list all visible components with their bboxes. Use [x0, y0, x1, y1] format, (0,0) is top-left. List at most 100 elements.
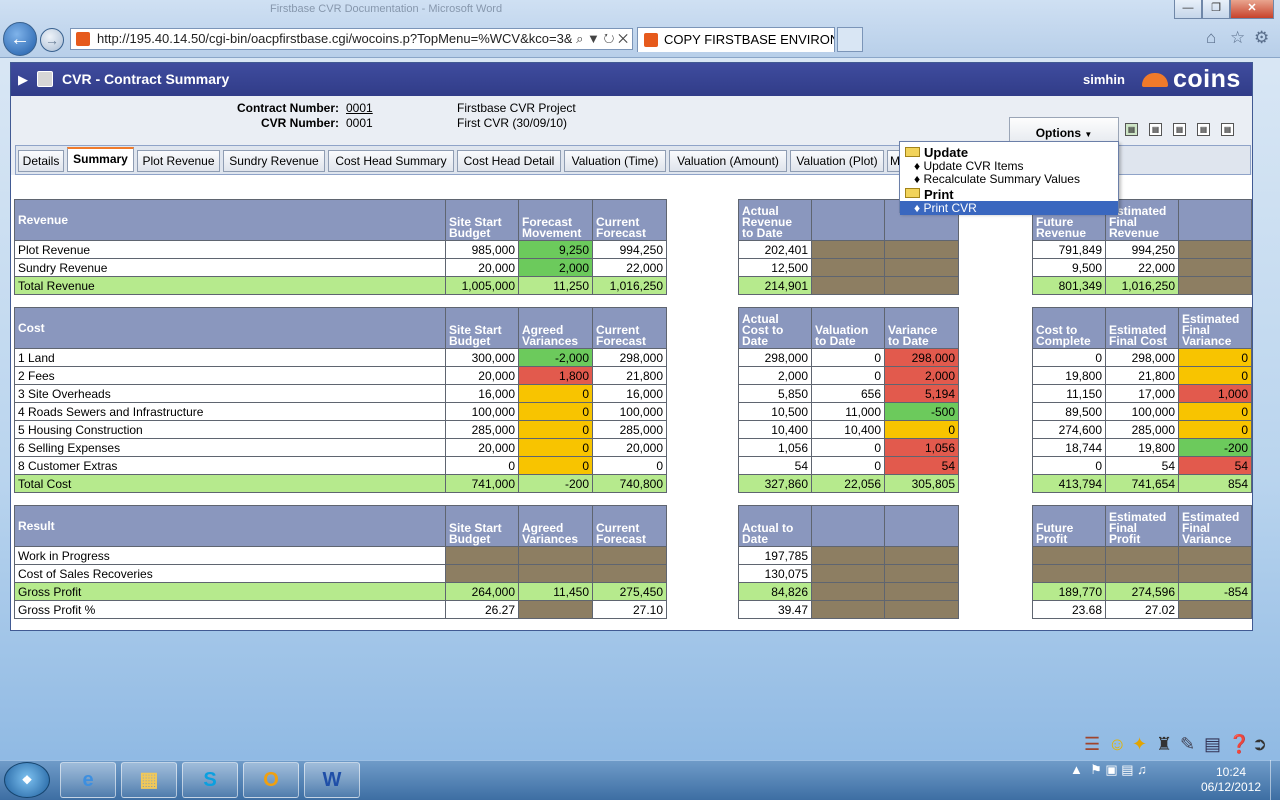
- calculator-icon[interactable]: ▦: [1173, 123, 1186, 136]
- row-label: Plot Revenue: [14, 240, 446, 259]
- cell: 202,401: [738, 240, 812, 259]
- pen-icon[interactable]: ✎: [1180, 734, 1195, 755]
- taskbar-skype[interactable]: S: [182, 762, 238, 798]
- cell: 22,000: [592, 258, 667, 277]
- col-header: Future Profit: [1032, 505, 1106, 547]
- cell: 20,000: [445, 438, 519, 457]
- app-header: ▶ CVR - Contract Summary simhin coins: [11, 63, 1252, 96]
- cell: 0: [518, 456, 593, 475]
- forward-button[interactable]: →: [40, 28, 64, 52]
- cost-table-mid: Actual Cost to Date Valuation to Date Varia…: [738, 307, 959, 493]
- clock[interactable]: 10:24 06/12/2012: [1196, 765, 1266, 795]
- folder-icon: ▦: [139, 769, 159, 791]
- tab-plot-revenue[interactable]: Plot Revenue: [137, 150, 220, 172]
- cost-table-right: Cost to Complete Estimated Final Cost Esti…: [1032, 307, 1252, 493]
- result-table-left: Result Site Start Budget Agreed Variances …: [14, 505, 667, 619]
- tab-sundry-revenue[interactable]: Sundry Revenue: [223, 150, 325, 172]
- window-title: Firstbase CVR Documentation - Microsoft …: [270, 3, 503, 15]
- favorites-star-icon[interactable]: ☆: [1230, 28, 1245, 48]
- cell: [811, 258, 885, 277]
- browser-tab[interactable]: COPY FIRSTBASE ENVIRON...: [637, 27, 835, 52]
- smiley-icon[interactable]: ☺: [1108, 734, 1126, 755]
- car-icon[interactable]: ♜: [1156, 734, 1172, 755]
- table-row: 4 Roads Sewers and Infrastructure 100,000…: [14, 402, 667, 421]
- contract-number-link[interactable]: 0001: [346, 101, 373, 115]
- tab-valuation-amount[interactable]: Valuation (Amount): [669, 150, 787, 172]
- system-tray[interactable]: ▲ ⚑ ▣ ▤ ♫: [1070, 762, 1147, 778]
- cell: 2,000: [738, 366, 812, 385]
- cvr-number-label: CVR Number:: [260, 116, 339, 130]
- col-header: Agreed Variances: [518, 505, 593, 547]
- address-controls[interactable]: ⌕ ▼ ↻ ✕: [572, 29, 628, 49]
- cell: 27.10: [592, 600, 667, 619]
- cell: [811, 600, 885, 619]
- table-row: 202,401: [738, 240, 959, 259]
- table-row: 298,000 0 298,000: [738, 348, 959, 367]
- menu-item-print-cvr[interactable]: ♦ Print CVR: [900, 201, 1118, 215]
- sparkle-icon[interactable]: ✦: [1132, 734, 1147, 755]
- attachment-icon[interactable]: ▦: [1125, 123, 1138, 136]
- table-row: 23.68 27.02: [1032, 600, 1252, 619]
- cell: [1178, 546, 1252, 565]
- options-menu: Update ♦ Update CVR Items ♦ Recalculate …: [899, 141, 1119, 215]
- calculator-icon[interactable]: ▦: [1197, 123, 1210, 136]
- cell: [1178, 240, 1252, 259]
- restore-button[interactable]: ❐: [1202, 0, 1230, 19]
- menu-item-recalculate[interactable]: ♦ Recalculate Summary Values: [914, 172, 1080, 186]
- cell: 9,500: [1032, 258, 1106, 277]
- tab-cost-head-summary[interactable]: Cost Head Summary: [328, 150, 454, 172]
- cell: 54: [738, 456, 812, 475]
- tab-valuation-plot[interactable]: Valuation (Plot): [790, 150, 884, 172]
- outlook-icon: O: [263, 769, 279, 791]
- cell: [518, 600, 593, 619]
- tab-cost-head-detail[interactable]: Cost Head Detail: [457, 150, 561, 172]
- total-row: 84,826: [738, 582, 959, 601]
- tab-details[interactable]: Details: [18, 150, 64, 172]
- exit-icon[interactable]: ➲: [1252, 734, 1267, 755]
- cell: [1178, 258, 1252, 277]
- cell: 656: [811, 384, 885, 403]
- menu-group-print: Print: [924, 187, 954, 202]
- cell: [811, 546, 885, 565]
- result-header: Result: [14, 505, 446, 547]
- books-icon[interactable]: ☰: [1084, 734, 1100, 755]
- tools-gear-icon[interactable]: ⚙: [1254, 28, 1269, 48]
- menu-item-update-cvr-items[interactable]: ♦ Update CVR Items: [914, 159, 1024, 173]
- cell: 1,800: [518, 366, 593, 385]
- cell: 23.68: [1032, 600, 1106, 619]
- cell: 298,000: [592, 348, 667, 367]
- taskbar-word[interactable]: W: [304, 762, 360, 798]
- tab-valuation-time[interactable]: Valuation (Time): [564, 150, 666, 172]
- minimize-button[interactable]: —: [1174, 0, 1202, 19]
- close-button[interactable]: ✕: [1230, 0, 1274, 19]
- col-header: Site Start Budget: [445, 505, 519, 547]
- cell: 100,000: [445, 402, 519, 421]
- tab-title: COPY FIRSTBASE ENVIRON...: [664, 32, 835, 47]
- table-row: 11,150 17,000 1,000: [1032, 384, 1252, 403]
- taskbar-internet-explorer[interactable]: e: [60, 762, 116, 798]
- row-label: Cost of Sales Recoveries: [14, 564, 446, 583]
- site-favicon-icon: [76, 32, 90, 46]
- col-header: Estimated Final Variance: [1178, 505, 1252, 547]
- help-icon[interactable]: ❓: [1228, 734, 1250, 755]
- tab-summary[interactable]: Summary: [67, 147, 134, 172]
- expand-triangle-icon[interactable]: ▶: [18, 72, 28, 88]
- new-tab-button[interactable]: [837, 27, 863, 52]
- show-desktop-button[interactable]: [1270, 760, 1280, 800]
- calculator-icon[interactable]: ▦: [1149, 123, 1162, 136]
- document-icon[interactable]: ▤: [1204, 734, 1221, 755]
- cell: 10,500: [738, 402, 812, 421]
- coins-logo-text: coins: [1173, 65, 1241, 93]
- back-button[interactable]: ←: [3, 22, 37, 56]
- taskbar-outlook[interactable]: O: [243, 762, 299, 798]
- cell: 20,000: [445, 366, 519, 385]
- start-button[interactable]: ❖: [4, 762, 50, 798]
- address-bar[interactable]: http://195.40.14.50/cgi-bin/oacpfirstbas…: [70, 28, 633, 50]
- cell: [811, 582, 885, 601]
- calculator-icon[interactable]: ▦: [1221, 123, 1234, 136]
- table-row: 5 Housing Construction 285,000 0 285,000: [14, 420, 667, 439]
- table-row: 197,785: [738, 546, 959, 565]
- taskbar-explorer[interactable]: ▦: [121, 762, 177, 798]
- home-icon[interactable]: ⌂: [1206, 28, 1216, 48]
- cell: 298,000: [738, 348, 812, 367]
